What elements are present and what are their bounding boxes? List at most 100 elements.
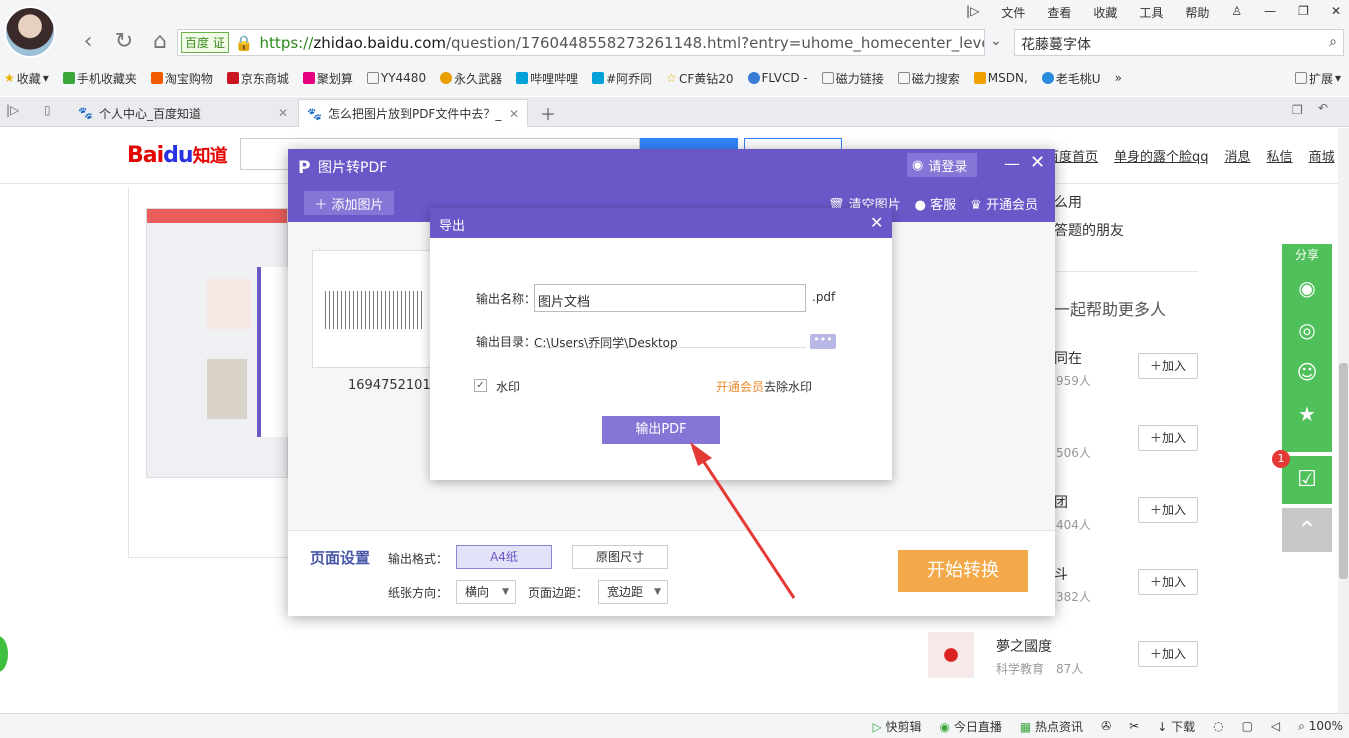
network-icon[interactable]: ✇ <box>1101 719 1111 733</box>
search-icon[interactable]: ⌕ <box>1329 34 1337 51</box>
dialog-title: 导出 <box>439 219 466 234</box>
bookmark-item[interactable]: 哔哩哔哩 <box>516 70 578 87</box>
url-text[interactable]: https://zhidao.baidu.com/question/176044… <box>260 34 984 52</box>
dialog-close-icon[interactable]: ✕ <box>870 213 883 232</box>
bookmark-item[interactable]: #阿乔同 <box>592 70 652 87</box>
bookmarks-more-icon[interactable]: » <box>1115 71 1122 85</box>
bookmark-item[interactable]: 永久武器 <box>440 70 502 87</box>
output-name-input[interactable]: 图片文档 <box>534 284 806 312</box>
join-button[interactable]: ＋加入 <box>1138 497 1198 523</box>
back-to-top-icon[interactable]: ⌃ <box>1282 508 1332 552</box>
image-thumbnail[interactable] <box>312 250 436 368</box>
link-messages[interactable]: 消息 <box>1225 146 1251 165</box>
qzone-icon[interactable]: ★ <box>1282 402 1332 426</box>
skin-icon[interactable]: ♙ <box>1231 4 1242 21</box>
speed-icon[interactable]: ◌ <box>1213 719 1223 733</box>
paw-icon: 🐾 <box>307 106 322 121</box>
menu-help[interactable]: 帮助 <box>1185 4 1209 21</box>
group-logo[interactable] <box>928 632 974 678</box>
status-download[interactable]: ↓ 下载 <box>1157 718 1195 735</box>
paw-icon: 🐾 <box>78 106 93 120</box>
tab-question[interactable]: 🐾 怎么把图片放到PDF文件中去？_ ✕ <box>298 99 528 127</box>
status-news[interactable]: ▦ 热点资讯 <box>1020 718 1083 735</box>
status-live[interactable]: ◉ 今日直播 <box>940 718 1002 735</box>
group-name[interactable]: 夢之國度 <box>996 636 1052 656</box>
bookmark-item[interactable]: FLVCD - <box>747 71 808 85</box>
link-private-msg[interactable]: 私信 <box>1267 146 1293 165</box>
group-name[interactable]: 同在 <box>1054 348 1082 368</box>
menu-view[interactable]: 查看 <box>1047 4 1071 21</box>
start-convert-button[interactable]: 开始转换 <box>898 550 1028 592</box>
search-input[interactable]: 花藤蔓字体 ⌕ <box>1014 29 1344 56</box>
bookmark-item[interactable]: 磁力链接 <box>821 70 884 87</box>
link-shop[interactable]: 商城 <box>1309 146 1335 165</box>
join-button[interactable]: ＋加入 <box>1138 425 1198 451</box>
group-count: 87人 <box>1056 662 1084 676</box>
remove-watermark-link[interactable]: 开通会员去除水印 <box>716 378 812 395</box>
bookmark-item[interactable]: ☆ CF黄钻20 <box>666 70 733 87</box>
tab-close-icon[interactable]: ✕ <box>509 107 519 121</box>
group-name[interactable]: 斗 <box>1054 564 1068 584</box>
mobile-icon[interactable]: ▯ <box>44 103 51 117</box>
tab-restore-icon[interactable]: ❐ <box>1292 103 1303 117</box>
browse-dir-button[interactable]: ••• <box>810 334 836 349</box>
bookmark-item[interactable]: 淘宝购物 <box>150 70 213 87</box>
bookmark-item[interactable]: 聚划算 <box>302 70 353 87</box>
user-avatar[interactable] <box>4 6 56 58</box>
menu-file[interactable]: 文件 <box>1001 4 1025 21</box>
bookmark-item[interactable]: YY4480 <box>366 71 426 85</box>
tools-icon[interactable]: ✂ <box>1129 719 1139 733</box>
refresh-icon[interactable]: ↻ <box>110 28 138 56</box>
undo-icon[interactable]: ↶ <box>1318 101 1328 115</box>
add-image-button[interactable]: ＋添加图片 <box>304 191 394 215</box>
login-button[interactable]: ◉ 请登录 <box>907 153 977 177</box>
bookmark-item[interactable]: 磁力搜索 <box>897 70 960 87</box>
new-tab-icon[interactable]: ＋ <box>540 101 556 125</box>
section-title: 一起帮助更多人 <box>1054 300 1167 319</box>
minimize-icon[interactable]: — <box>1264 4 1276 21</box>
join-button[interactable]: ＋加入 <box>1138 641 1198 667</box>
answer-screenshot-image[interactable] <box>146 208 297 478</box>
maximize-icon[interactable]: ❐ <box>1298 4 1309 21</box>
menu-favorites[interactable]: 收藏 <box>1093 4 1117 21</box>
scrollbar-thumb[interactable] <box>1339 363 1348 579</box>
group-name[interactable]: 团 <box>1054 492 1068 512</box>
join-button[interactable]: ＋加入 <box>1138 569 1198 595</box>
format-a4-button[interactable]: A4纸 <box>456 545 552 569</box>
bookmark-favorites[interactable]: ★ 收藏 ▾ <box>4 70 49 87</box>
qq-icon[interactable]: ☺ <box>1282 360 1332 384</box>
tab-close-icon[interactable]: ✕ <box>278 106 288 120</box>
join-button[interactable]: ＋加入 <box>1138 353 1198 379</box>
weibo-icon[interactable]: ◎ <box>1282 318 1332 342</box>
watermark-checkbox[interactable]: ✓ <box>474 379 487 392</box>
app-logo-icon: P <box>298 158 311 178</box>
wechat-icon[interactable]: ◉ <box>1282 276 1332 300</box>
vip-button[interactable]: ♛ 开通会员 <box>970 194 1038 213</box>
floating-green-icon[interactable] <box>0 636 8 672</box>
orientation-select[interactable]: 横向 ▼ <box>456 580 516 604</box>
extensions-button[interactable]: 扩展 ▾ <box>1294 70 1341 87</box>
home-icon[interactable]: ⌂ <box>146 28 174 56</box>
menu-tools[interactable]: 工具 <box>1139 4 1163 21</box>
sidebar-toggle-icon[interactable]: |▷ <box>966 4 979 21</box>
volume-icon[interactable]: ◁ <box>1271 719 1280 733</box>
bookmark-item[interactable]: 老毛桃U <box>1041 70 1101 87</box>
bookmark-item[interactable]: MSDN, <box>973 71 1028 85</box>
bookmark-item[interactable]: 手机收藏夹 <box>62 70 137 87</box>
minimize-icon[interactable]: — <box>1004 154 1020 173</box>
status-kuaijianji[interactable]: ▷ 快剪辑 <box>872 718 921 735</box>
close-icon[interactable]: ✕ <box>1030 152 1045 173</box>
back-icon[interactable]: ‹ <box>74 28 102 56</box>
baidu-zhidao-logo[interactable]: Baidu知道 <box>127 142 228 168</box>
sidebar-icon[interactable]: |▷ <box>6 103 19 117</box>
tab-personal-center[interactable]: 🐾 个人中心_百度知道 ✕ <box>70 99 296 127</box>
dropdown-icon[interactable]: ⌄ <box>990 33 1002 49</box>
bookmark-item[interactable]: 京东商城 <box>226 70 289 87</box>
service-button[interactable]: ● 客服 <box>915 194 957 213</box>
close-icon[interactable]: ✕ <box>1331 4 1341 21</box>
link-user-menu[interactable]: 单身的露个脸qq <box>1114 146 1209 165</box>
window-icon[interactable]: ▢ <box>1242 719 1253 733</box>
zoom-level[interactable]: ⌕ 100% <box>1298 719 1343 734</box>
address-bar[interactable]: 百度 证 🔒 https://zhidao.baidu.com/question… <box>177 29 985 56</box>
clipboard-icon[interactable]: ☑ <box>1282 456 1332 504</box>
